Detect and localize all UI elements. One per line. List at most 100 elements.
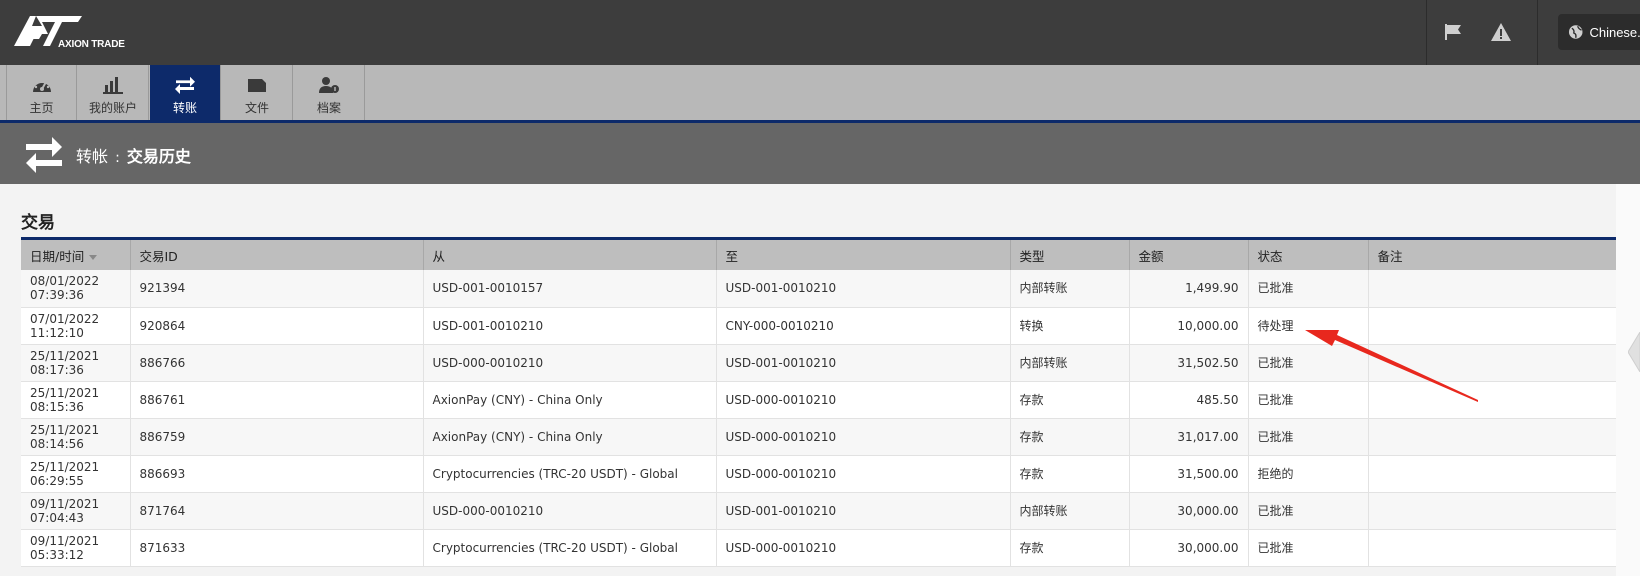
tab-label: 文件: [244, 101, 269, 115]
cell-from: USD-001-0010157: [423, 270, 717, 308]
tab-files[interactable]: 文件: [222, 65, 293, 120]
cell-status: 已批准: [1248, 270, 1369, 308]
column-header-status[interactable]: 状态: [1248, 240, 1369, 270]
cell-to: USD-000-0010210: [716, 418, 1011, 456]
cell-id: 920864: [130, 307, 424, 345]
cell-from: USD-000-0010210: [423, 492, 717, 530]
user-profile-icon: [318, 74, 340, 96]
column-header-note[interactable]: 备注: [1368, 240, 1616, 270]
column-header-id[interactable]: 交易ID: [130, 240, 424, 270]
cell-to: USD-000-0010210: [716, 381, 1011, 419]
column-header-datetime[interactable]: 日期/时间: [21, 240, 131, 270]
top-bar: AXION TRADE Chinese...: [0, 0, 1640, 65]
column-header-to[interactable]: 至: [716, 240, 1011, 270]
transfer-icon: [174, 74, 196, 96]
cell-amount: 1,499.90: [1129, 270, 1249, 308]
cell-date: 25/11/2021: [30, 348, 100, 363]
tab-home[interactable]: 主页: [6, 65, 77, 120]
cell-amount: 485.50: [1129, 381, 1249, 419]
cell-note: [1368, 455, 1616, 493]
cell-from: Cryptocurrencies (TRC-20 USDT) - Global: [423, 529, 717, 567]
language-label: Chinese...: [1589, 24, 1640, 40]
cell-note: [1368, 418, 1616, 456]
table-row[interactable]: 09/11/2021 07:04:43 871764 USD-000-0010210 U…: [21, 492, 1616, 530]
page-title-main: 交易历史: [126, 147, 191, 166]
side-panel-handle[interactable]: [1627, 331, 1640, 376]
cell-time: 06:29:55: [30, 473, 84, 488]
cell-note: [1368, 492, 1616, 530]
scrollbar-track[interactable]: [1616, 184, 1640, 576]
warning-icon[interactable]: [1489, 20, 1513, 44]
transactions-table: 日期/时间 交易ID 从 至 类型 金额 状态 备注 08/01/2022 07:…: [21, 240, 1616, 567]
globe-icon: [1568, 25, 1583, 39]
cell-from: Cryptocurrencies (TRC-20 USDT) - Global: [423, 455, 717, 493]
cell-type: 存款: [1010, 381, 1130, 419]
cell-note: [1368, 529, 1616, 567]
page-title-prefix: 转帐: [76, 147, 109, 166]
table-row[interactable]: 25/11/2021 06:29:55 886693 Cryptocurrencies…: [21, 455, 1616, 493]
page-title: 转帐 : 交易历史: [76, 143, 191, 167]
cell-to: CNY-000-0010210: [716, 307, 1011, 345]
section-title: 交易: [21, 213, 55, 233]
page-title-separator: :: [115, 150, 120, 166]
cell-note: [1368, 381, 1616, 419]
cell-time: 11:12:10: [30, 325, 84, 340]
cell-to: USD-000-0010210: [716, 455, 1011, 493]
flag-icon[interactable]: [1441, 20, 1465, 44]
table-row[interactable]: 08/01/2022 07:39:36 921394 USD-001-0010157 U…: [21, 270, 1616, 308]
table-row[interactable]: 09/11/2021 05:33:12 871633 Cryptocurrencies…: [21, 529, 1616, 567]
tab-transfer[interactable]: 转账: [150, 65, 221, 128]
cell-id: 921394: [130, 270, 424, 308]
folder-icon: [247, 74, 267, 96]
cell-type: 转换: [1010, 307, 1130, 345]
cell-time: 07:04:43: [30, 510, 84, 525]
sort-desc-icon: [89, 254, 98, 260]
cell-type: 内部转账: [1010, 492, 1130, 530]
cell-time: 07:39:36: [30, 288, 84, 303]
cell-date: 25/11/2021: [30, 459, 100, 474]
column-header-from[interactable]: 从: [423, 240, 717, 270]
cell-from: AxionPay (CNY) - China Only: [423, 418, 717, 456]
tab-my-account[interactable]: 我的账户: [78, 65, 149, 120]
cell-time: 08:14:56: [30, 436, 84, 451]
cell-status: 待处理: [1248, 307, 1369, 345]
cell-datetime: 07/01/2022 11:12:10: [21, 307, 131, 345]
cell-datetime: 25/11/2021 08:14:56: [21, 418, 131, 456]
cell-from: USD-001-0010210: [423, 307, 717, 345]
cell-status: 拒绝的: [1248, 455, 1369, 493]
language-selector[interactable]: Chinese...: [1558, 14, 1640, 50]
cell-datetime: 25/11/2021 08:15:36: [21, 381, 131, 419]
cell-datetime: 08/01/2022 07:39:36: [21, 270, 131, 308]
table-row[interactable]: 25/11/2021 08:14:56 886759 AxionPay (CNY) -…: [21, 418, 1616, 456]
cell-id: 886693: [130, 455, 424, 493]
brand-name: AXION TRADE: [58, 39, 125, 50]
cell-time: 05:33:12: [30, 547, 84, 562]
cell-status: 已批准: [1248, 529, 1369, 567]
table-row[interactable]: 25/11/2021 08:15:36 886761 AxionPay (CNY) -…: [21, 381, 1616, 419]
cell-status: 已批准: [1248, 492, 1369, 530]
cell-id: 886761: [130, 381, 424, 419]
column-header-label: 日期/时间: [30, 248, 85, 264]
brand-logo[interactable]: AXION TRADE: [12, 12, 125, 52]
column-header-type[interactable]: 类型: [1010, 240, 1130, 270]
cell-date: 07/01/2022: [30, 311, 100, 326]
cell-datetime: 25/11/2021 06:29:55: [21, 455, 131, 493]
dashboard-icon: [31, 74, 53, 96]
cell-to: USD-001-0010210: [716, 344, 1011, 382]
cell-id: 871764: [130, 492, 424, 530]
cell-datetime: 09/11/2021 05:33:12: [21, 529, 131, 567]
cell-date: 25/11/2021: [30, 385, 100, 400]
cell-amount: 30,000.00: [1129, 529, 1249, 567]
column-header-amount[interactable]: 金额: [1129, 240, 1249, 270]
cell-status: 已批准: [1248, 381, 1369, 419]
cell-datetime: 25/11/2021 08:17:36: [21, 344, 131, 382]
table-row[interactable]: 07/01/2022 11:12:10 920864 USD-001-0010210 C…: [21, 307, 1616, 345]
tab-label: 主页: [29, 101, 54, 115]
cell-time: 08:17:36: [30, 362, 84, 377]
table-header-row: 日期/时间 交易ID 从 至 类型 金额 状态 备注: [21, 240, 1616, 270]
tab-label: 我的账户: [88, 101, 137, 115]
cell-id: 886759: [130, 418, 424, 456]
table-row[interactable]: 25/11/2021 08:17:36 886766 USD-000-0010210 U…: [21, 344, 1616, 382]
cell-date: 09/11/2021: [30, 496, 100, 511]
tab-profile[interactable]: 档案: [294, 65, 365, 120]
